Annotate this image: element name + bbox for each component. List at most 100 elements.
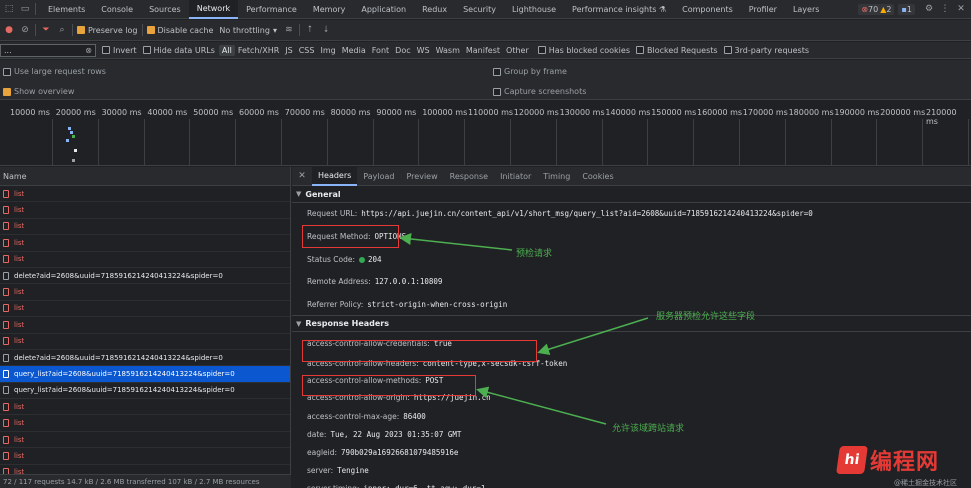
request-row[interactable]: delete?aid=2608&uuid=7185916214240413224…	[0, 350, 290, 367]
tab-memory[interactable]: Memory	[305, 0, 354, 19]
response-header-row: date: Tue, 22 Aug 2023 01:35:07 GMT	[307, 430, 461, 439]
detail-tab-payload[interactable]: Payload	[357, 167, 400, 186]
request-name: list	[14, 255, 25, 264]
filter-input[interactable]: ... ⊗	[0, 43, 96, 57]
timeline-gridline	[968, 119, 969, 165]
request-row[interactable]: list	[0, 448, 290, 465]
type-filter-wasm[interactable]: Wasm	[433, 45, 463, 56]
group-by-frame-checkbox[interactable]: Group by frame	[493, 67, 567, 76]
watermark-subtext: @稀土掘金技术社区	[894, 479, 957, 487]
timeline-activity-mark	[70, 131, 73, 134]
tab-application[interactable]: Application	[353, 0, 414, 19]
clear-icon[interactable]: ⊘	[19, 24, 31, 36]
tab-layers[interactable]: Layers	[785, 0, 827, 19]
tab-lighthouse[interactable]: Lighthouse	[504, 0, 564, 19]
tab-performance[interactable]: Performance	[238, 0, 305, 19]
type-filter-doc[interactable]: Doc	[392, 45, 413, 56]
disable-cache-checkbox[interactable]: Disable cache	[146, 26, 213, 35]
network-conditions-icon[interactable]: ≋	[283, 24, 295, 36]
detail-tab-headers[interactable]: Headers	[312, 166, 358, 186]
request-row[interactable]: list	[0, 202, 290, 219]
large-rows-checkbox[interactable]: Use large request rows	[3, 67, 106, 76]
request-row[interactable]: delete?aid=2608&uuid=7185916214240413224…	[0, 268, 290, 285]
allow-origin-annotation: 允许该域跨站请求	[612, 424, 685, 434]
third-party-checkbox[interactable]: 3rd-party requests	[723, 46, 809, 55]
timeline-gridline	[922, 119, 924, 165]
tab-security[interactable]: Security	[455, 0, 504, 19]
show-overview-checkbox[interactable]: Show overview	[3, 87, 74, 96]
header-value: 127.0.0.1:10809	[374, 277, 443, 286]
blocked-requests-checkbox[interactable]: Blocked Requests	[635, 46, 718, 55]
divider	[141, 24, 143, 36]
detail-tab-response[interactable]: Response	[444, 167, 494, 186]
request-row[interactable]: query_list?aid=2608&uuid=718591621424041…	[0, 366, 290, 383]
tab-components[interactable]: Components	[674, 0, 741, 19]
type-filter-media[interactable]: Media	[339, 45, 369, 56]
close-icon[interactable]: ✕	[955, 3, 967, 15]
preserve-log-checkbox[interactable]: Preserve log	[77, 26, 138, 35]
request-row[interactable]: list	[0, 219, 290, 236]
type-filter-font[interactable]: Font	[369, 45, 392, 56]
detail-tab-cookies[interactable]: Cookies	[576, 167, 619, 186]
detail-tab-initiator[interactable]: Initiator	[494, 167, 537, 186]
tab-sources[interactable]: Sources	[141, 0, 189, 19]
tab-network[interactable]: Network	[188, 0, 239, 19]
tabbar-right: ⊗ 70 ▲ 2 ▪ 1 ⚙ ⋮ ✕	[858, 3, 971, 15]
throttling-select[interactable]: No throttling ▾	[219, 26, 277, 35]
timeline-gridline	[52, 119, 53, 165]
issues-counter[interactable]: ⊗ 70 ▲ 2	[858, 3, 895, 15]
blocked-cookies-checkbox[interactable]: Has blocked cookies	[537, 46, 630, 55]
type-filter-css[interactable]: CSS	[296, 45, 318, 56]
detail-tab-timing[interactable]: Timing	[537, 167, 576, 186]
filter-icon[interactable]: ⏷	[40, 24, 52, 36]
timeline-overview[interactable]: 10000 ms 20000 ms 30000 ms 40000 ms 50000 ms…	[0, 101, 971, 166]
tab-console[interactable]: Console	[93, 0, 141, 19]
invert-checkbox[interactable]: Invert	[102, 46, 137, 55]
detail-tab-preview[interactable]: Preview	[401, 167, 444, 186]
close-icon[interactable]: ✕	[296, 170, 308, 182]
response-headers-section-header[interactable]: ▼ Response Headers	[292, 315, 971, 332]
checkbox-icon	[723, 46, 732, 54]
request-row[interactable]: list	[0, 186, 290, 203]
import-icon[interactable]: ⭡	[304, 24, 316, 36]
request-row[interactable]: query_list?aid=2608&uuid=718591621424041…	[0, 383, 290, 400]
request-row[interactable]: list	[0, 415, 290, 432]
request-row[interactable]: list	[0, 399, 290, 416]
export-icon[interactable]: ⭣	[320, 24, 332, 36]
type-filter-other[interactable]: Other	[503, 45, 532, 56]
general-section-header[interactable]: ▼ General	[292, 186, 971, 203]
type-filter-img[interactable]: Img	[317, 45, 338, 56]
general-header-row: Request URL: https://api.juejin.cn/conten…	[307, 209, 813, 218]
type-filter-manifest[interactable]: Manifest	[463, 45, 503, 56]
request-row[interactable]: list	[0, 317, 290, 334]
tab-profiler[interactable]: Profiler	[741, 0, 785, 19]
request-row[interactable]: list	[0, 252, 290, 268]
capture-screenshots-checkbox[interactable]: Capture screenshots	[493, 87, 586, 96]
messages-counter[interactable]: ▪ 1	[898, 3, 915, 15]
tab-performance-insights[interactable]: Performance insights ⚗	[564, 0, 674, 19]
tab-redux[interactable]: Redux	[414, 0, 455, 19]
type-filter-ws[interactable]: WS	[414, 45, 433, 56]
type-filter-fetch-xhr[interactable]: Fetch/XHR	[235, 45, 282, 56]
request-name: list	[14, 189, 25, 198]
hide-data-urls-checkbox[interactable]: Hide data URLs	[142, 46, 215, 55]
name-column-header[interactable]: Name	[0, 167, 290, 186]
type-filter-js[interactable]: JS	[282, 45, 295, 56]
tab-elements[interactable]: Elements	[40, 0, 93, 19]
request-row[interactable]: list	[0, 235, 290, 252]
gear-icon[interactable]: ⚙	[923, 3, 935, 15]
inspect-icon[interactable]: ⬚	[3, 3, 15, 15]
type-filter-all[interactable]: All	[218, 44, 235, 56]
timeline-gridline	[555, 119, 557, 165]
more-options-icon[interactable]: ⋮	[939, 3, 951, 15]
request-row[interactable]: list	[0, 432, 290, 449]
invert-label: Invert	[113, 45, 137, 55]
request-row[interactable]: list	[0, 284, 290, 301]
request-row[interactable]: list	[0, 301, 290, 318]
clear-filter-icon[interactable]: ⊗	[85, 46, 92, 55]
timeline-tick-label: 80000 ms	[330, 108, 371, 117]
request-row[interactable]: list	[0, 334, 290, 350]
device-toolbar-icon[interactable]: ▭	[19, 3, 31, 15]
record-icon[interactable]: ●	[3, 24, 15, 36]
search-icon[interactable]: ⌕	[56, 24, 68, 36]
